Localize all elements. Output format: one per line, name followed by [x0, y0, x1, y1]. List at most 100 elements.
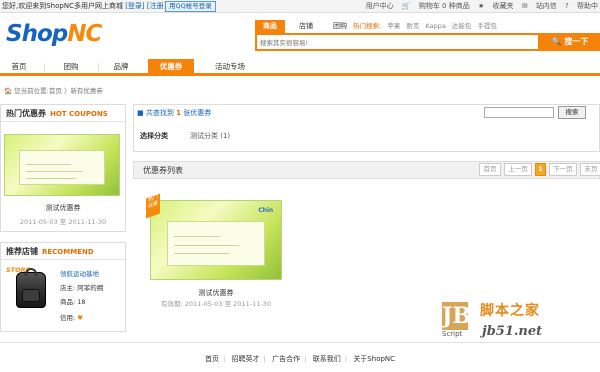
keyword-input[interactable] [484, 107, 554, 118]
store-credit: 信用: ♥ [60, 314, 83, 322]
cart-link[interactable]: 🛒 购物车 0 种商品 [402, 2, 470, 10]
pager-next[interactable]: 下一页 [549, 163, 577, 176]
recommend-header: 推荐店铺 RECOMMEND [1, 243, 125, 260]
hot-search: 热门搜索: 苹果 耐克 Kappa 达能包 手提包 [353, 20, 501, 33]
bag-pocket [22, 289, 40, 302]
coupon-image[interactable]: Chin [150, 200, 282, 280]
footer-link-contact[interactable]: 联系我们 [313, 355, 341, 363]
pager-first[interactable]: 首页 [479, 163, 501, 176]
nav-item-home[interactable]: 首页 [4, 59, 34, 74]
search-tab-goods[interactable]: 商品 [255, 20, 285, 33]
coupon-line [25, 178, 76, 180]
user-center-link[interactable]: 用户中心 [366, 2, 394, 10]
keyword-search-button[interactable]: 搜索 [558, 106, 586, 119]
credit-heart-icon: ♥ [77, 314, 84, 322]
hot-word[interactable]: 达能包 [452, 22, 472, 30]
register-link[interactable]: [注册] [147, 2, 166, 10]
watermark: JB Script 脚本之家 jb51.net [442, 300, 600, 346]
pager-last[interactable]: 末页 [580, 163, 600, 176]
coupon-name[interactable]: 测试优惠券 [150, 288, 282, 298]
search-button[interactable]: 🔍 搜一下 [540, 33, 600, 51]
footer-separator: | [344, 355, 348, 363]
favorites-label: 收藏夹 [492, 2, 514, 10]
footer-link-home[interactable]: 首页 [205, 355, 219, 363]
hot-word[interactable]: 苹果 [387, 22, 400, 30]
watermark-logo: JB [442, 302, 472, 330]
footer-link-ads[interactable]: 广告合作 [272, 355, 300, 363]
category-item[interactable]: 测试分类 (1) [190, 131, 230, 141]
nav-item-brand[interactable]: 品牌 [105, 59, 137, 74]
hot-coupon-name[interactable]: 测试优惠券 [0, 203, 126, 213]
nav-item-activity[interactable]: 活动专场 [204, 59, 256, 74]
result-icon: ■ [137, 109, 144, 117]
messages-link[interactable]: ✉ 站内信 [522, 2, 557, 10]
footer-separator: | [304, 355, 307, 363]
site-logo[interactable]: ShopNC [6, 20, 126, 48]
welcome-area: 您好,欢迎来到ShopNC多用户网上商城 [登录] [注册] [2, 0, 166, 13]
hot-search-label: 热门搜索: [353, 22, 382, 30]
qq-login-label: 用QQ帐号登录 [169, 2, 212, 10]
watermark-title: 脚本之家 [480, 303, 540, 319]
nav-divider [44, 63, 45, 71]
nav-divider [98, 63, 99, 71]
watermark-script: Script [442, 330, 463, 338]
footer-link-jobs[interactable]: 招聘英才 [232, 355, 260, 363]
search-button-label: 搜一下 [564, 37, 589, 46]
cart-label: 购物车 0 种商品 [418, 2, 470, 10]
hot-coupons-subtitle: HOT COUPONS [50, 110, 108, 118]
store-goods: 商品: 18 [60, 298, 86, 306]
coupon-validity: 有效期: 2011-05-03 至 2011-11-30 [161, 300, 271, 308]
breadcrumb-text: 您当前位置:首页 〉新有优惠券 [14, 87, 103, 95]
favorites-link[interactable]: ★ 收藏夹 [478, 2, 514, 10]
logo-part1: Shop [6, 21, 68, 47]
result-prefix: 共查找到 [145, 109, 174, 117]
result-suffix: 张优惠券 [183, 109, 212, 117]
logo-part2: NC [67, 21, 102, 47]
store-owner: 店主: 阿菲的拥 [60, 284, 104, 292]
main-nav: 首页 团购 品牌 优惠券 活动专场 [0, 59, 600, 76]
footer-links: 首页 | 招聘英才 | 广告合作 | 联系我们 | 关于ShopNC [0, 354, 600, 364]
store-credit-label: 信用: [60, 314, 76, 322]
pager-prev[interactable]: 上一页 [504, 163, 532, 176]
hot-coupon-date: 2011-05-03 至 2011-11-30 [19, 218, 107, 226]
nav-item-coupon[interactable]: 优惠券 [148, 59, 194, 76]
store-name[interactable]: 领航运动基地 [60, 270, 99, 278]
coupon-card [166, 220, 266, 266]
recommend-title: 推荐店铺 [6, 247, 38, 256]
coupon-line [174, 253, 229, 255]
search-tab-stores[interactable]: 店铺 [291, 20, 321, 33]
recommend-subtitle: RECOMMEND [42, 248, 94, 256]
search-box [255, 33, 540, 51]
help-label: 帮助中 [577, 2, 598, 10]
qq-login-button[interactable]: 用QQ帐号登录 [165, 1, 216, 12]
coupon-line [25, 171, 83, 172]
coupon-card [18, 150, 106, 185]
store-image[interactable] [16, 268, 46, 308]
nav-item-group[interactable]: 团购 [55, 59, 87, 74]
welcome-text: 您好,欢迎来到ShopNC多用户网上商城 [2, 2, 123, 10]
hot-word[interactable]: 耐克 [406, 22, 419, 30]
hot-coupons-title: 热门优惠券 [6, 109, 46, 118]
coupon-line [25, 163, 72, 165]
top-links: 用户中心 🛒 购物车 0 种商品 ★ 收藏夹 ✉ 站内信 ? 帮助中 [360, 0, 598, 13]
pager-current[interactable]: 1 [535, 163, 546, 176]
login-link[interactable]: [登录] [125, 2, 144, 10]
coupon-line [174, 244, 240, 246]
top-bar: 您好,欢迎来到ShopNC多用户网上商城 [登录] [注册] 用QQ帐号登录 用… [0, 0, 600, 13]
search-input[interactable] [260, 37, 530, 49]
hot-coupons-header: 热门优惠券 HOT COUPONS [1, 105, 125, 122]
hot-coupon-image[interactable] [4, 134, 120, 196]
coupon-stamp: Chin [258, 207, 274, 215]
footer-separator: | [222, 355, 226, 363]
search-tab-group[interactable]: 团购 [325, 20, 355, 33]
help-link[interactable]: ? 帮助中 [565, 2, 598, 10]
watermark-url: jb51.net [482, 324, 543, 339]
hot-word[interactable]: Kappa [425, 22, 445, 30]
breadcrumb: 🏠 您当前位置:首页 〉新有优惠券 [4, 87, 103, 95]
coupon-line [174, 236, 220, 238]
bag-strap [25, 268, 37, 276]
hot-word[interactable]: 手提包 [477, 22, 497, 30]
category-label: 选择分类 [140, 132, 168, 140]
footer-link-about[interactable]: 关于ShopNC [353, 355, 395, 363]
result-count: 1 [176, 109, 181, 117]
